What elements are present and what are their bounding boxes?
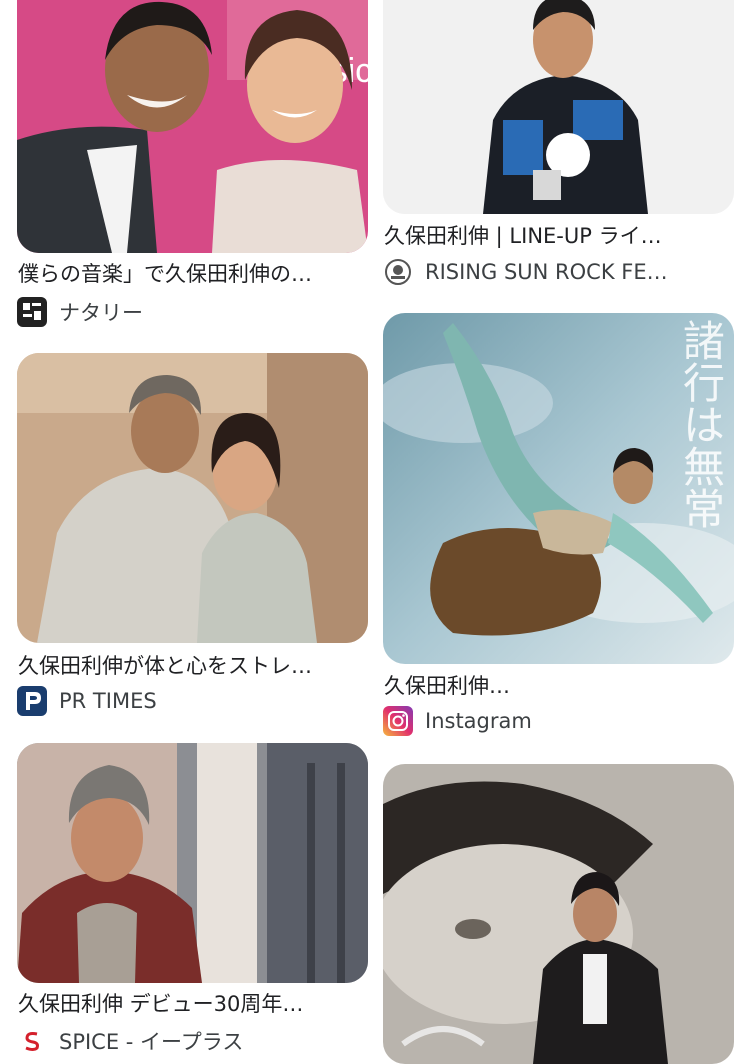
source-label: SPICE - イープラス bbox=[59, 1030, 244, 1054]
result-image[interactable] bbox=[383, 764, 734, 1064]
result-caption[interactable]: 久保田利伸 デビュー30周年… bbox=[18, 990, 368, 1018]
instagram-logo-icon bbox=[383, 706, 413, 736]
source-label: Instagram bbox=[425, 709, 532, 733]
result-image[interactable]: our sic bbox=[17, 0, 368, 253]
result-caption[interactable]: 久保田利伸 | LINE-UP ライ… bbox=[384, 222, 734, 250]
result-source[interactable]: Instagram bbox=[383, 706, 532, 736]
result-image[interactable] bbox=[383, 0, 734, 214]
result-image[interactable] bbox=[17, 353, 368, 643]
result-source[interactable]: RISING SUN ROCK FE… bbox=[383, 257, 668, 287]
result-caption[interactable]: 久保田利伸が体と心をストレ… bbox=[18, 652, 368, 680]
result-source[interactable]: PR TIMES bbox=[17, 686, 157, 716]
source-label: RISING SUN ROCK FE… bbox=[425, 260, 668, 284]
vertical-title-text: 諸行は無常 bbox=[677, 319, 726, 529]
source-label: PR TIMES bbox=[59, 689, 157, 713]
result-image[interactable]: 諸行は無常 bbox=[383, 313, 734, 664]
spice-logo-icon bbox=[17, 1026, 47, 1056]
result-source[interactable]: SPICE - イープラス bbox=[17, 1026, 243, 1056]
result-caption[interactable]: 僕らの音楽」で久保田利伸の… bbox=[18, 260, 368, 288]
rising-sun-logo-icon bbox=[383, 257, 413, 287]
result-image[interactable] bbox=[17, 743, 368, 983]
result-caption[interactable]: 久保田利伸… bbox=[384, 672, 734, 700]
result-source[interactable]: ナタリー bbox=[17, 297, 143, 327]
natalie-logo-icon bbox=[17, 297, 47, 327]
source-label: ナタリー bbox=[59, 301, 143, 325]
pr-times-logo-icon bbox=[17, 686, 47, 716]
